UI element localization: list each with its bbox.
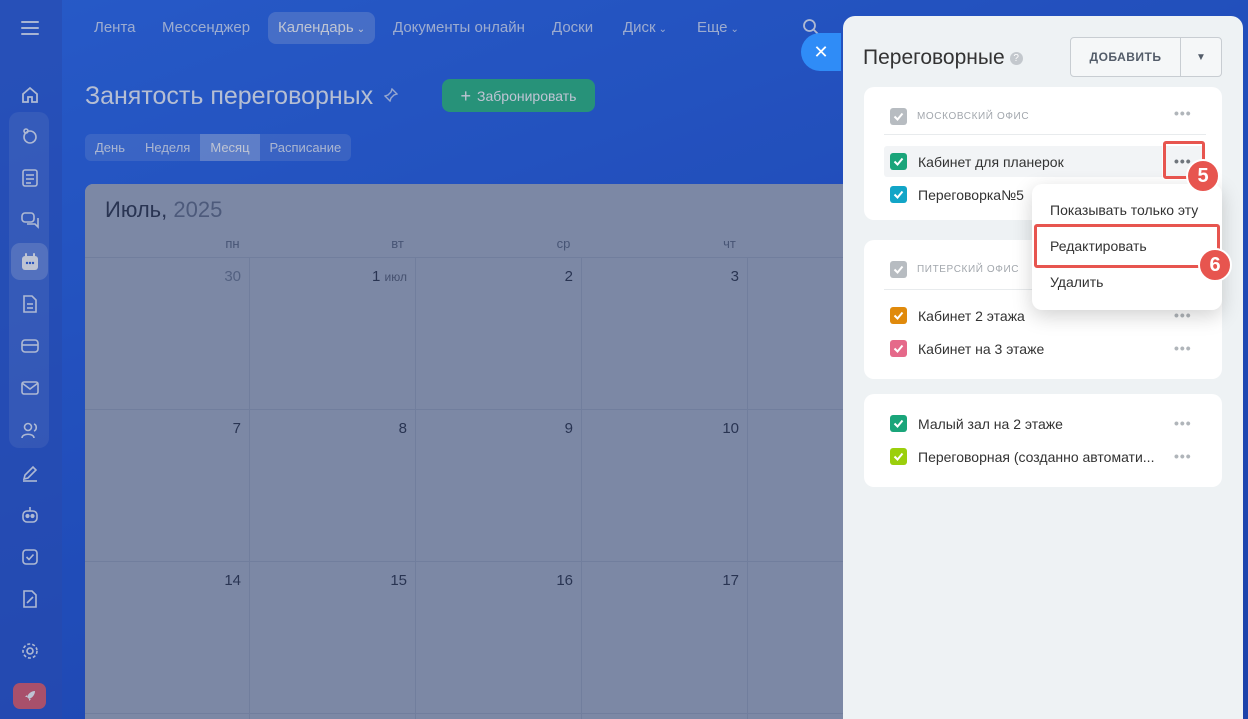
book-button[interactable]: + Забронировать [442,79,595,112]
nav-boards[interactable]: Доски [542,12,603,44]
tasks-icon[interactable] [16,122,44,150]
room-name[interactable]: Кабинет для планерок [918,154,1064,170]
menu-item-show-only[interactable]: Показывать только эту [1050,202,1198,218]
rocket-icon[interactable] [13,683,46,709]
divider [884,134,1206,135]
help-icon[interactable]: ? [1009,51,1023,65]
room-checkbox[interactable] [890,153,907,170]
room-checkbox[interactable] [890,448,907,465]
nav-feed[interactable]: Лента [84,12,146,44]
menu-icon[interactable] [16,14,44,42]
boards-icon[interactable] [16,332,44,360]
step-badge: 6 [1198,248,1232,282]
close-panel-button[interactable]: ✕ [801,33,841,71]
section-header: московский офис [917,111,1030,122]
section-checkbox[interactable] [890,261,907,278]
nav-messenger[interactable]: Мессенджер [152,12,260,44]
room-section-other: Малый зал на 2 этаже ••• Переговорная (с… [864,394,1222,487]
menu-item-delete[interactable]: Удалить [1050,274,1103,290]
home-icon[interactable] [16,81,44,109]
chevron-down-icon: ⌄ [356,24,366,35]
more-icon[interactable]: ••• [1174,340,1192,356]
room-checkbox[interactable] [890,340,907,357]
contacts-icon[interactable] [16,416,44,444]
app-window: Лента Мессенджер Календарь ⌄ Документы он… [0,0,1248,719]
room-name[interactable]: Переговорка№5 [918,187,1024,203]
rooms-panel: Переговорные? ДОБАВИТЬ ▼ московский офис… [843,16,1243,719]
annotation-highlight [1034,224,1220,268]
more-icon[interactable]: ••• [1174,415,1192,431]
tab-day[interactable]: День [85,134,135,161]
tab-month[interactable]: Месяц [200,134,260,161]
document-icon[interactable] [16,290,44,318]
room-name[interactable]: Кабинет 2 этажа [918,308,1025,324]
checkbox-icon[interactable] [16,543,44,571]
room-checkbox[interactable] [890,186,907,203]
step-badge: 5 [1186,159,1220,193]
more-icon[interactable]: ••• [1174,105,1192,121]
left-rail [0,0,62,719]
nav-disk[interactable]: Диск ⌄ [613,12,677,44]
view-tabs: День Неделя Месяц Расписание [85,134,352,161]
room-checkbox[interactable] [890,415,907,432]
room-checkbox[interactable] [890,307,907,324]
section-header: питерский офис [917,264,1020,275]
chat-icon[interactable] [16,206,44,234]
room-name[interactable]: Переговорная (созданно автомати... [918,449,1154,465]
sign-document-icon[interactable] [16,585,44,613]
page-title: Занятость переговорных [85,82,374,110]
robot-icon[interactable] [16,501,44,529]
settings-icon[interactable] [16,637,44,665]
nav-calendar[interactable]: Календарь ⌄ [268,12,376,44]
panel-title: Переговорные? [863,46,1023,70]
section-checkbox[interactable] [890,108,907,125]
close-icon: ✕ [813,41,829,62]
nav-more[interactable]: Еще ⌄ [687,12,749,44]
calendar-overlay [85,184,865,719]
feed-icon[interactable] [16,164,44,192]
more-icon[interactable]: ••• [1174,448,1192,464]
calendar-icon[interactable] [16,248,44,276]
mail-icon[interactable] [16,374,44,402]
calendar-month-grid: Июль, 2025 пн вт ср чт 30 1 июл 2 3 7 8 … [85,184,865,719]
chevron-down-icon: ⌄ [730,24,739,35]
pen-icon[interactable] [16,459,44,487]
room-name[interactable]: Малый зал на 2 этаже [918,416,1063,432]
chevron-down-icon[interactable]: ▼ [1181,38,1221,76]
add-room-button[interactable]: ДОБАВИТЬ ▼ [1070,37,1222,77]
pin-icon[interactable] [383,87,399,105]
room-name[interactable]: Кабинет на 3 этаже [918,341,1044,357]
tab-week[interactable]: Неделя [135,134,200,161]
tab-schedule[interactable]: Расписание [260,134,352,161]
chevron-down-icon: ⌄ [658,24,667,35]
nav-documents-online[interactable]: Документы онлайн [383,12,535,44]
plus-icon: + [460,85,472,106]
